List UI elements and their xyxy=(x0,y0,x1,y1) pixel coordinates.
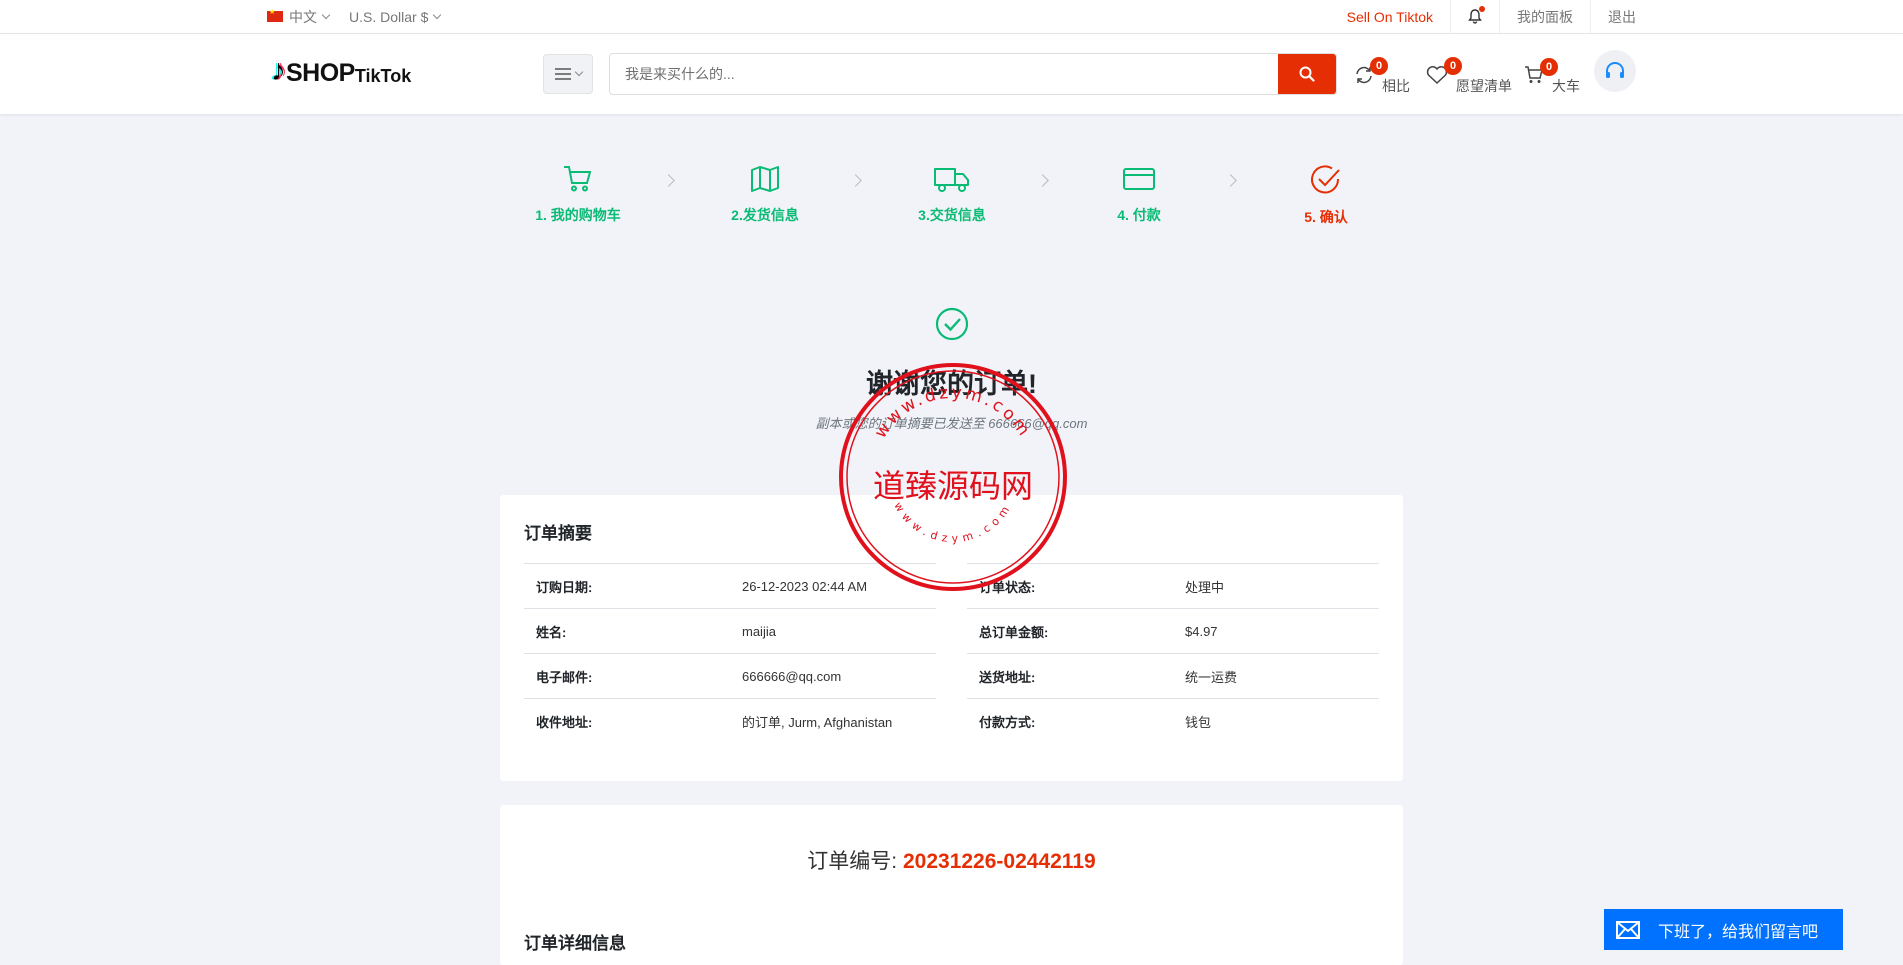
shipping-key: 送货地址: xyxy=(979,669,1036,685)
order-status-value: 处理中 xyxy=(1185,579,1225,595)
step-shipping: 2.发货信息 xyxy=(695,164,835,225)
table-row: 付款方式: 钱包 xyxy=(967,698,1379,743)
tiktok-logo-icon: ♪ xyxy=(271,54,286,87)
step-payment-label: 4. 付款 xyxy=(1117,207,1161,223)
step-arrow-icon xyxy=(1036,174,1049,187)
order-summary-title: 订单摘要 xyxy=(524,524,592,543)
email-key: 电子邮件: xyxy=(536,669,593,685)
shipping-value: 统一运费 xyxy=(1185,669,1238,685)
cart-button[interactable]: 0 大车 xyxy=(1524,57,1580,96)
envelope-icon xyxy=(1616,920,1640,939)
table-row: 总订单金额: $4.97 xyxy=(967,608,1379,653)
notifications-button[interactable] xyxy=(1450,0,1499,33)
watermark-stamp: www.dzym.com www.dzym.com 道臻源码网 xyxy=(836,360,1070,594)
headset-icon xyxy=(1606,62,1624,78)
notification-dot xyxy=(1479,6,1485,12)
success-icon-wrap xyxy=(0,307,1903,346)
wishlist-button[interactable]: 0 愿望清单 xyxy=(1426,56,1512,96)
address-value: 的订单, Jurm, Afghanistan xyxy=(742,714,893,730)
cart-count: 0 xyxy=(1540,57,1558,76)
order-number: 订单编号: 20231226-02442119 xyxy=(500,845,1403,875)
truck-icon xyxy=(934,168,969,192)
main-header: ♪ SHOP TikTok 0 相比 0 愿望清单 0 大车 xyxy=(0,34,1903,114)
cart-icon xyxy=(564,166,592,192)
step-shipping-label: 2.发货信息 xyxy=(731,207,799,223)
order-details-title: 订单详细信息 xyxy=(524,934,626,953)
cart-icon-wrap: 0 xyxy=(1524,57,1558,89)
order-details-card: 订单编号: 20231226-02442119 订单详细信息 xyxy=(500,805,1403,965)
table-row: 送货地址: 统一运费 xyxy=(967,653,1379,698)
leave-message-chat-button[interactable]: 下班了，给我们留言吧 xyxy=(1604,909,1843,950)
site-logo[interactable]: ♪ SHOP TikTok xyxy=(271,54,412,87)
map-icon xyxy=(751,166,779,192)
total-amount-key: 总订单金额: xyxy=(979,624,1049,640)
currency-dropdown[interactable]: U.S. Dollar $ xyxy=(349,8,442,25)
table-row: 电子邮件: 666666@qq.com xyxy=(524,653,936,698)
check-circle-icon xyxy=(1311,165,1340,194)
wishlist-label: 愿望清单 xyxy=(1456,78,1512,94)
chevron-down-icon xyxy=(574,67,583,77)
logo-shop-text: SHOP xyxy=(286,59,355,87)
support-button[interactable] xyxy=(1594,50,1636,92)
search-button[interactable] xyxy=(1278,54,1336,94)
compare-label: 相比 xyxy=(1382,78,1410,94)
chat-label: 下班了，给我们留言吧 xyxy=(1658,923,1819,941)
logout-link[interactable]: 退出 xyxy=(1590,0,1636,33)
category-menu-button[interactable] xyxy=(543,54,593,94)
top-bar-left: 中文 U.S. Dollar $ xyxy=(267,0,460,33)
china-flag-icon xyxy=(267,8,283,22)
order-number-value: 20231226-02442119 xyxy=(902,850,1096,873)
step-payment: 4. 付款 xyxy=(1069,164,1209,225)
step-arrow-icon xyxy=(849,174,862,187)
hamburger-icon xyxy=(554,68,571,80)
name-key: 姓名: xyxy=(536,624,567,640)
wishlist-count: 0 xyxy=(1444,56,1462,75)
order-number-label: 订单编号: xyxy=(807,850,898,873)
check-circle-icon xyxy=(935,307,968,341)
step-cart-label: 1. 我的购物车 xyxy=(535,207,621,223)
compare-count: 0 xyxy=(1370,56,1388,75)
step-cart: 1. 我的购物车 xyxy=(508,164,648,225)
step-arrow-icon xyxy=(662,174,675,187)
top-bar-right: Sell On Tiktok 我的面板 退出 xyxy=(1330,0,1636,33)
table-row: 收件地址: 的订单, Jurm, Afghanistan xyxy=(524,698,936,743)
language-label: 中文 xyxy=(289,8,317,25)
step-delivery-label: 3.交货信息 xyxy=(918,207,986,223)
compare-button[interactable]: 0 相比 xyxy=(1354,56,1410,96)
email-value: 666666@qq.com xyxy=(742,668,842,684)
wishlist-icon-wrap: 0 xyxy=(1426,56,1462,90)
total-amount-value: $4.97 xyxy=(1185,623,1218,639)
payment-method-key: 付款方式: xyxy=(979,714,1036,730)
compare-icon-wrap: 0 xyxy=(1354,56,1388,90)
search-input[interactable] xyxy=(610,54,1260,94)
stamp-center-text: 道臻源码网 xyxy=(872,467,1033,505)
search-icon xyxy=(1299,66,1315,82)
name-value: maijia xyxy=(742,623,776,639)
currency-label: U.S. Dollar $ xyxy=(349,8,429,25)
language-dropdown[interactable]: 中文 xyxy=(267,7,331,27)
sell-on-tiktok-link[interactable]: Sell On Tiktok xyxy=(1330,0,1450,33)
search-bar xyxy=(609,53,1337,95)
stamp-ring-top-text: www.dzym.com xyxy=(871,383,1035,442)
chevron-down-icon xyxy=(321,10,331,19)
address-key: 收件地址: xyxy=(536,714,593,730)
step-confirm: 5. 确认 xyxy=(1256,164,1396,227)
step-delivery: 3.交货信息 xyxy=(882,164,1022,225)
table-row: 姓名: maijia xyxy=(524,608,936,653)
dashboard-link[interactable]: 我的面板 xyxy=(1499,0,1590,33)
payment-method-value: 钱包 xyxy=(1185,714,1212,730)
top-bar: 中文 U.S. Dollar $ Sell On Tiktok 我的面板 退出 xyxy=(0,0,1903,34)
step-arrow-icon xyxy=(1224,174,1237,187)
credit-card-icon xyxy=(1123,168,1155,190)
cart-label: 大车 xyxy=(1552,78,1580,94)
order-date-key: 订购日期: xyxy=(536,579,593,595)
chevron-down-icon xyxy=(433,10,442,19)
logo-tiktok-text: TikTok xyxy=(354,66,412,86)
step-confirm-label: 5. 确认 xyxy=(1304,209,1348,225)
